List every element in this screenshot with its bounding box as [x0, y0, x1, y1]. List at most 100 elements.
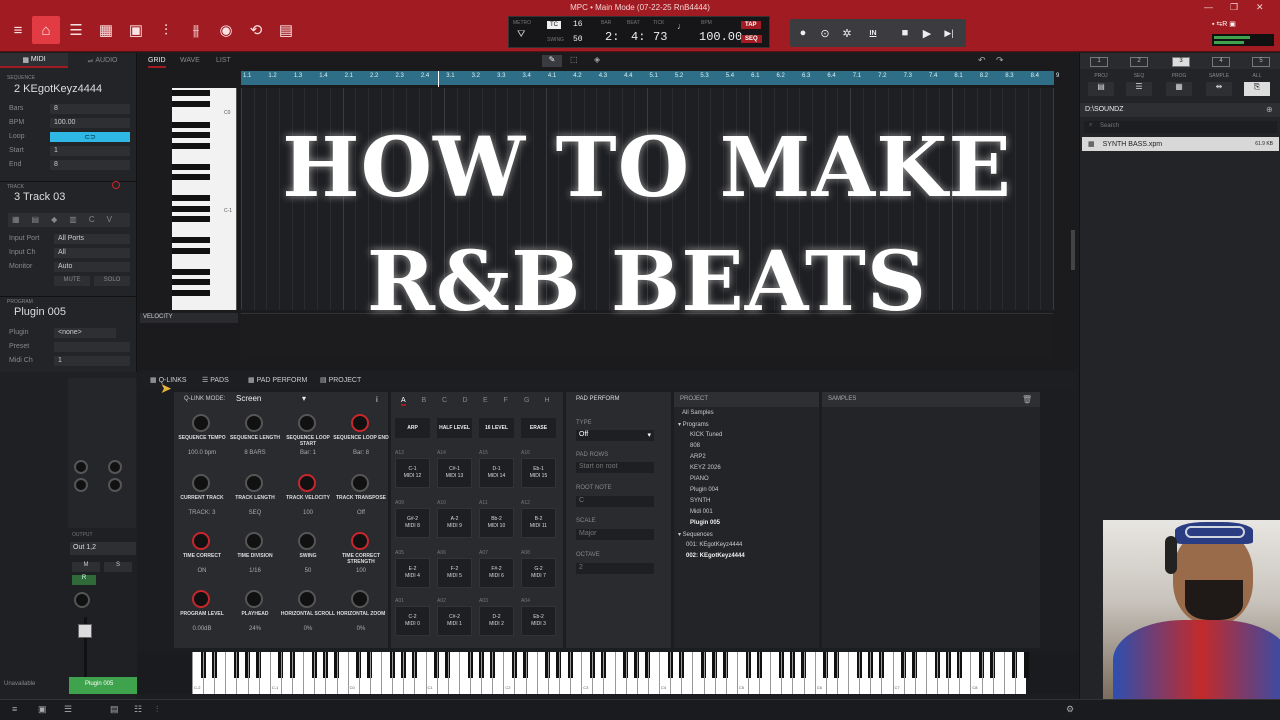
sequence-icon[interactable]: ☰	[64, 704, 72, 715]
track-type-selector[interactable]: ▦▤◆▥CV	[8, 213, 130, 227]
black-key[interactable]	[172, 174, 210, 180]
record-icon[interactable]: ◉	[212, 16, 240, 44]
tab-pad-perform[interactable]: ▦ PAD PERFORM	[248, 376, 307, 384]
qlink-knob[interactable]	[192, 414, 210, 432]
project-tree-item[interactable]: KICK Tuned	[690, 432, 722, 438]
qlink-knob[interactable]	[245, 532, 263, 550]
black-key[interactable]	[172, 268, 210, 275]
timeline-ruler[interactable]: 1.1 1.2 1.3 1.4 2.1 2.2 2.3 2.4 3.1 3.2 3.3 3.4 4.1 4…	[241, 71, 1059, 85]
list-view-icon[interactable]: ☷	[134, 704, 142, 715]
piano-roll-keys[interactable]: C0 C-1	[172, 88, 237, 310]
track-name[interactable]: 3 Track 03	[14, 191, 65, 203]
plugin-channel-label[interactable]: Plugin 005	[69, 677, 137, 694]
black-key[interactable]	[172, 142, 210, 149]
black-key[interactable]	[172, 100, 210, 107]
qlink-knob[interactable]	[351, 414, 369, 432]
bars-field[interactable]: 8	[50, 104, 130, 114]
black-key[interactable]	[172, 195, 210, 201]
tick-value[interactable]: 73	[653, 30, 667, 44]
qlink-mode-select[interactable]: Screen ▾	[236, 394, 308, 405]
close-icon[interactable]: ✕	[1256, 2, 1264, 13]
menu-icon[interactable]: ≡	[12, 704, 17, 714]
browser-tab-1[interactable]: 1	[1090, 57, 1108, 67]
browser-search-input[interactable]: Search ⌕	[1084, 121, 1277, 133]
input-port-select[interactable]: All Ports	[54, 234, 130, 244]
maximize-icon[interactable]: ❐	[1230, 2, 1238, 13]
black-key[interactable]	[172, 279, 210, 285]
qlink-knob[interactable]	[245, 474, 263, 492]
stop-button[interactable]: ■	[894, 19, 916, 47]
project-tree-item[interactable]: ▾ Sequences	[678, 531, 713, 538]
project-tree-item[interactable]: PIANO	[690, 476, 709, 482]
pad[interactable]: F-2 MIDI 5	[437, 558, 472, 588]
qlink-knob[interactable]	[351, 474, 369, 492]
pad[interactable]: C#-1 MIDI 13	[437, 458, 472, 488]
select-icon[interactable]: ⬚	[570, 55, 578, 64]
sample-icon[interactable]: ▤	[272, 16, 300, 44]
midich-select[interactable]: 1	[54, 356, 130, 366]
keyboard-icon[interactable]: ▤	[110, 704, 119, 715]
project-tree-item[interactable]: ARP2	[690, 454, 706, 460]
loop-icon[interactable]: ⟲	[242, 16, 270, 44]
tab-list[interactable]: LIST	[216, 57, 231, 64]
solo-button[interactable]: SOLO	[94, 276, 130, 286]
pencil-icon[interactable]: ✎	[542, 55, 562, 67]
volume-fader[interactable]	[78, 624, 92, 638]
redo-icon[interactable]: ↷	[996, 55, 1004, 66]
gear-icon[interactable]: ⚙	[1066, 704, 1074, 715]
output-select[interactable]: Out 1,2	[70, 542, 136, 555]
overdub-button[interactable]: ⊙	[814, 19, 836, 47]
virtual-keyboard[interactable]: C-2 C-1 C0 C1 C2 C3 C4 C5 C6 C7 C8	[192, 652, 1029, 694]
qlink-knob[interactable]	[351, 590, 369, 608]
type-select[interactable]: Off ▾	[576, 430, 654, 441]
metronome-icon[interactable]: ⛛	[517, 29, 525, 40]
tc-value[interactable]: 16	[573, 20, 583, 29]
send-knob-4[interactable]	[108, 478, 122, 492]
qlink-knob[interactable]	[192, 590, 210, 608]
black-key[interactable]	[172, 289, 210, 296]
track-record-arm[interactable]	[112, 181, 120, 189]
tab-audio[interactable]: ⇌ AUDIO	[68, 53, 137, 68]
tab-project[interactable]: ▤ PROJECT	[320, 376, 361, 384]
black-key[interactable]	[172, 237, 210, 243]
sample-filter-icon[interactable]: ⇹	[1206, 82, 1232, 96]
pad[interactable]: B-2 MIDI 11	[521, 508, 556, 538]
pad-bank-c[interactable]: C	[442, 397, 447, 404]
seq-button[interactable]: SEQ	[741, 35, 762, 43]
solo-strip-button[interactable]: S	[104, 562, 132, 572]
qlink-knob[interactable]	[298, 532, 316, 550]
mute-button[interactable]: MUTE	[54, 276, 90, 286]
root-note-select[interactable]: C	[576, 496, 654, 507]
browser-tab-2[interactable]: 2	[1130, 57, 1148, 67]
pad[interactable]: C#-2 MIDI 1	[437, 606, 472, 636]
black-key[interactable]	[172, 163, 210, 170]
pad[interactable]: D-1 MIDI 14	[479, 458, 514, 488]
pad-function-button[interactable]: ARP	[395, 418, 430, 438]
playhead[interactable]	[438, 71, 439, 87]
project-tree-item[interactable]: Plugin 005	[690, 520, 720, 526]
project-tree-item[interactable]: 002: KEgotKeyz4444	[686, 553, 745, 559]
bpm-value[interactable]: 100.00	[699, 30, 742, 44]
swing-value[interactable]: 50	[573, 35, 583, 44]
pad[interactable]: Eb-1 MIDI 15	[521, 458, 556, 488]
pad-function-button[interactable]: ERASE	[521, 418, 556, 438]
project-tree-item[interactable]: Midi 001	[690, 509, 713, 515]
qlink-knob[interactable]	[298, 474, 316, 492]
record-strip-button[interactable]: R	[72, 575, 96, 585]
pad[interactable]: F#-2 MIDI 6	[479, 558, 514, 588]
input-button[interactable]: IN	[862, 19, 884, 47]
send-knob-3[interactable]	[74, 478, 88, 492]
pad[interactable]: G-2 MIDI 7	[521, 558, 556, 588]
browser-path[interactable]: D:\SOUNDZ	[1080, 103, 1280, 117]
step-seq-icon[interactable]: ▣	[122, 16, 150, 44]
pad[interactable]: D-2 MIDI 2	[479, 606, 514, 636]
undo-icon[interactable]: ↶	[978, 55, 986, 66]
black-key[interactable]	[1023, 652, 1029, 678]
black-key[interactable]	[172, 132, 210, 138]
black-key[interactable]	[172, 247, 210, 254]
grid-icon[interactable]: ▦	[92, 16, 120, 44]
qlink-knob[interactable]	[245, 590, 263, 608]
pad[interactable]: E-2 MIDI 4	[395, 558, 430, 588]
pad-bank-f[interactable]: F	[504, 397, 508, 404]
pad-bank-b[interactable]: B	[422, 397, 427, 404]
